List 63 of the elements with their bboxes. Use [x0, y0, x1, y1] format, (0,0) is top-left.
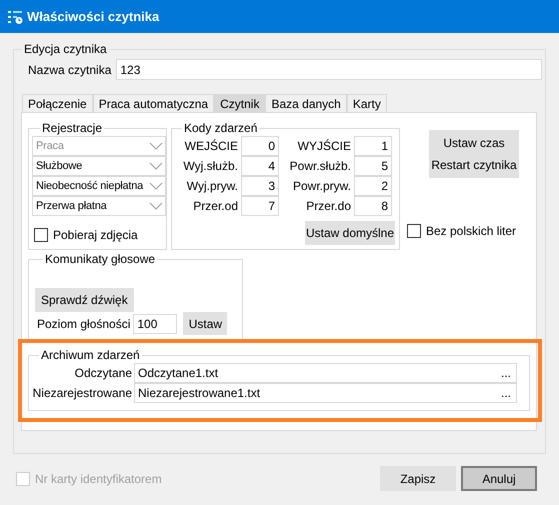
file-label: Niezarejestrowane: [32, 385, 133, 402]
code-label: Przer.od: [192, 198, 239, 215]
dropdown-value: Służbowe: [36, 158, 84, 174]
list-clock-icon: [7, 8, 23, 24]
checkbox-label: Nr karty identyfikatorem: [35, 470, 162, 488]
browse-button[interactable]: ...: [498, 364, 513, 382]
volume-field[interactable]: 100: [133, 314, 178, 334]
volume-label: Poziom głośności: [37, 316, 130, 332]
code-field[interactable]: 2: [354, 176, 392, 196]
file-field[interactable]: Niezarejestrowane1.txt ...: [134, 383, 517, 403]
dropdown[interactable]: Nieobecność niepłatna: [32, 176, 166, 196]
group-title: Edycja czytnika: [23, 42, 108, 56]
code-field[interactable]: 4: [241, 156, 279, 176]
reader-button[interactable]: Restart czytnika: [429, 154, 519, 176]
code-label: Wyj.służb.: [182, 158, 239, 175]
code-label: WYJŚCIE: [296, 138, 352, 155]
dropdown-value: Przerwa płatna: [36, 198, 108, 214]
tab[interactable]: Karty: [346, 94, 387, 112]
checkbox[interactable]: [407, 224, 421, 238]
code-label: Powr.służb.: [288, 158, 352, 175]
field-label: Nazwa czytnika: [28, 62, 112, 78]
dropdown[interactable]: Przerwa płatna: [32, 196, 166, 216]
code-label: Wyj.pryw.: [186, 178, 239, 195]
group-title: Rejestracje: [41, 121, 104, 135]
tab[interactable]: Połączenie: [22, 94, 93, 112]
chevron-down-icon: [149, 202, 163, 210]
window-title: Właściwości czytnika: [27, 8, 160, 26]
tab[interactable]: Praca automatyczna: [92, 94, 214, 112]
code-label: WEJŚCIE: [184, 138, 239, 155]
code-label: Powr.pryw.: [292, 178, 352, 195]
file-name: Odczytane1.txt: [138, 365, 220, 382]
checkbox-label: Pobieraj zdjęcia: [53, 227, 138, 244]
code-field[interactable]: 7: [241, 196, 279, 216]
dropdown-value: Nieobecność niepłatna: [36, 178, 144, 194]
name-field[interactable]: 123: [116, 59, 542, 80]
file-name: Niezarejestrowane1.txt: [138, 385, 262, 402]
group-title: Komunikaty głosowe: [44, 252, 156, 266]
checkbox[interactable]: [34, 228, 48, 242]
set-volume-button[interactable]: Ustaw: [183, 312, 228, 335]
browse-button[interactable]: ...: [498, 384, 513, 402]
group-title: Archiwum zdarzeń: [40, 348, 141, 362]
code-field[interactable]: 8: [354, 196, 392, 216]
file-label: Odczytane: [74, 365, 133, 382]
dialog-button[interactable]: Zapisz: [380, 466, 456, 491]
file-field[interactable]: Odczytane1.txt ...: [134, 363, 517, 383]
tab[interactable]: Czytnik: [214, 94, 266, 112]
checkbox-label: Bez polskich liter: [426, 223, 516, 240]
code-label: Przer.do: [305, 198, 352, 215]
chevron-down-icon: [149, 182, 163, 190]
code-field[interactable]: 3: [241, 176, 279, 196]
code-field[interactable]: 5: [354, 156, 392, 176]
dropdown-value: Praca: [36, 138, 65, 154]
chevron-down-icon: [149, 142, 163, 150]
group-title: Kody zdarzeń: [183, 121, 258, 135]
dropdown[interactable]: Służbowe: [32, 156, 166, 176]
chevron-down-icon: [149, 162, 163, 170]
code-field[interactable]: 1: [354, 136, 392, 156]
reader-button[interactable]: Ustaw czas: [429, 132, 519, 154]
default-button[interactable]: Ustaw domyślne: [305, 221, 395, 245]
tab[interactable]: Baza danych: [265, 94, 347, 112]
dialog-button[interactable]: Anuluj: [461, 466, 537, 491]
code-field[interactable]: 0: [241, 136, 279, 156]
test-sound-button[interactable]: Sprawdź dźwięk: [35, 288, 134, 312]
